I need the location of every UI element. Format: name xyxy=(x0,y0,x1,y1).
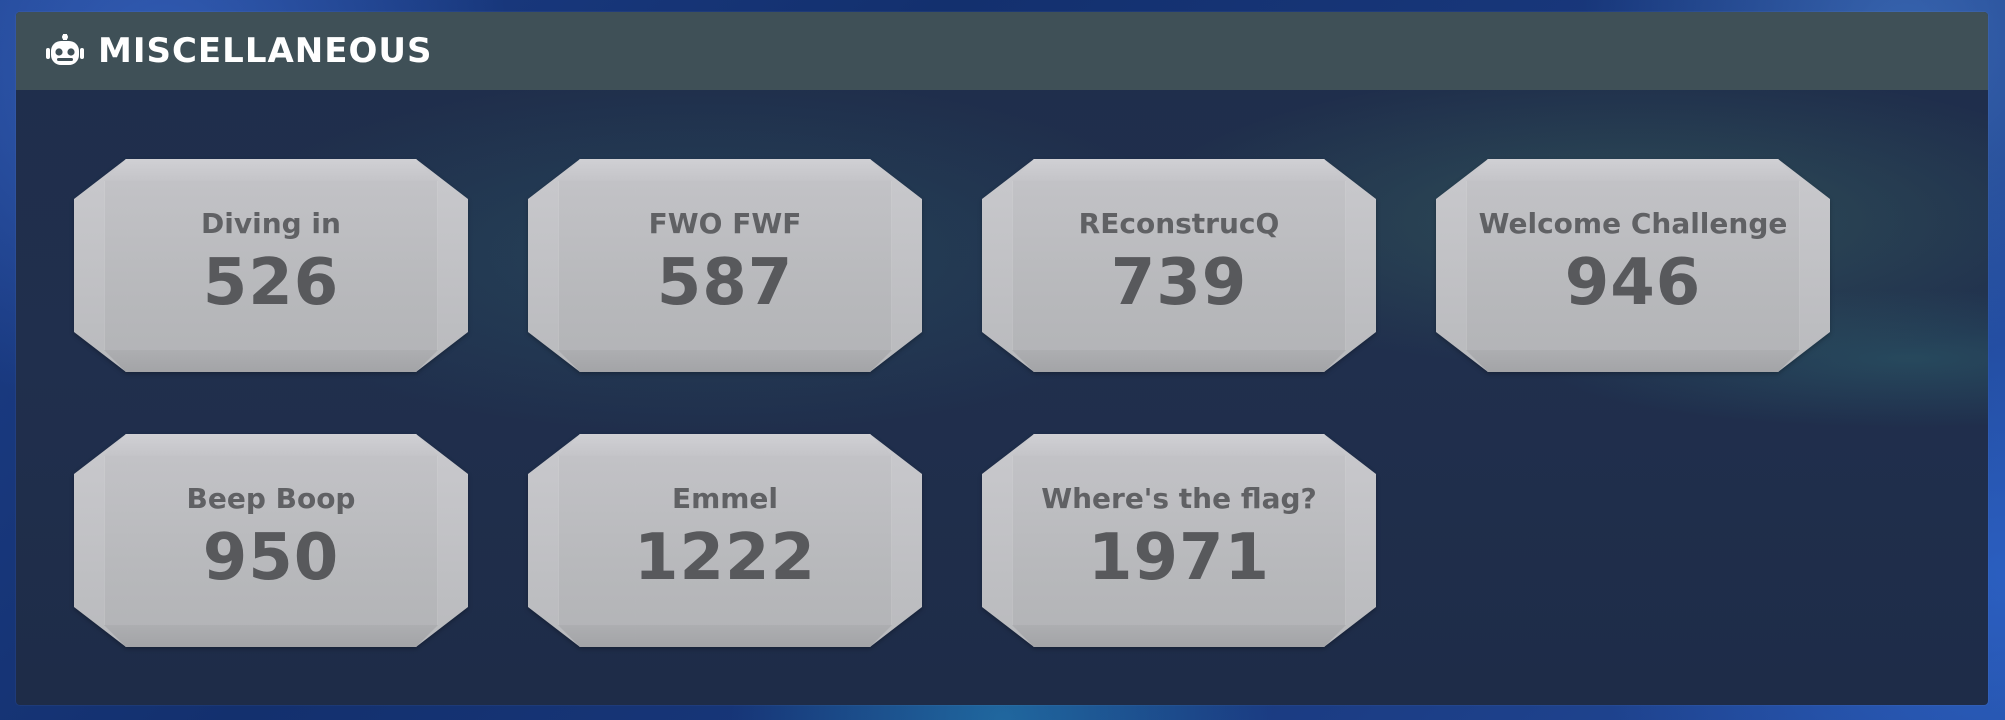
challenge-card[interactable]: Where's the flag? 1971 xyxy=(982,434,1376,647)
challenge-card[interactable]: Emmel 1222 xyxy=(528,434,922,647)
challenge-card[interactable]: FWO FWF 587 xyxy=(528,159,922,372)
challenge-card[interactable]: REconstrucQ 739 xyxy=(982,159,1376,372)
robot-icon xyxy=(46,32,84,70)
challenge-points: 739 xyxy=(1110,246,1248,320)
challenge-card[interactable]: Beep Boop 950 xyxy=(74,434,468,647)
challenge-points: 1222 xyxy=(633,521,817,595)
challenge-points: 1971 xyxy=(1087,521,1271,595)
challenge-name: FWO FWF xyxy=(648,207,802,240)
category-title: MISCELLANEOUS xyxy=(98,31,433,71)
challenge-grid: Diving in 526 FWO FWF 587 REconstrucQ 73… xyxy=(74,159,1830,647)
challenge-name: Beep Boop xyxy=(186,482,356,515)
challenge-name: Emmel xyxy=(671,482,779,515)
challenge-card[interactable]: Welcome Challenge 946 xyxy=(1436,159,1830,372)
challenge-points: 950 xyxy=(202,521,340,595)
challenge-name: REconstrucQ xyxy=(1078,207,1280,240)
category-header: MISCELLANEOUS xyxy=(16,12,1988,90)
challenge-name: Welcome Challenge xyxy=(1478,207,1788,240)
category-panel: MISCELLANEOUS Diving in 526 FWO FWF 587 … xyxy=(16,12,1988,705)
challenge-name: Diving in xyxy=(201,207,341,240)
challenge-points: 587 xyxy=(656,246,794,320)
challenge-name: Where's the flag? xyxy=(1041,482,1317,515)
challenge-card[interactable]: Diving in 526 xyxy=(74,159,468,372)
challenge-points: 526 xyxy=(202,246,340,320)
challenge-points: 946 xyxy=(1564,246,1702,320)
